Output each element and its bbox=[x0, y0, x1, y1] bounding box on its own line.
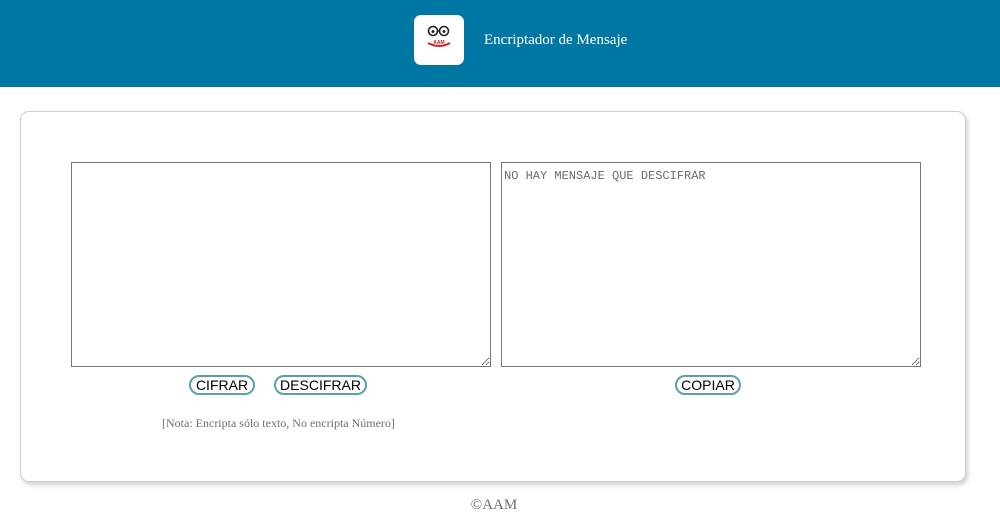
page-title: Encriptador de Mensaje bbox=[484, 32, 628, 48]
header-bar: AAM Encriptador de Mensaje bbox=[0, 0, 1000, 87]
logo: AAM bbox=[414, 15, 464, 65]
decrypt-button[interactable]: DESCIFRAR bbox=[274, 375, 367, 395]
footer-copyright: ©AAM bbox=[470, 497, 518, 513]
result-output[interactable] bbox=[501, 162, 921, 367]
glasses-face-icon: AAM bbox=[427, 25, 451, 47]
copy-button[interactable]: COPIAR bbox=[675, 375, 741, 395]
note-text: [Nota: Encripta sólo texto, No encripta … bbox=[162, 416, 395, 430]
message-input[interactable] bbox=[71, 162, 491, 367]
logo-text: AAM bbox=[433, 40, 444, 46]
encrypt-button[interactable]: CIFRAR bbox=[189, 375, 255, 395]
